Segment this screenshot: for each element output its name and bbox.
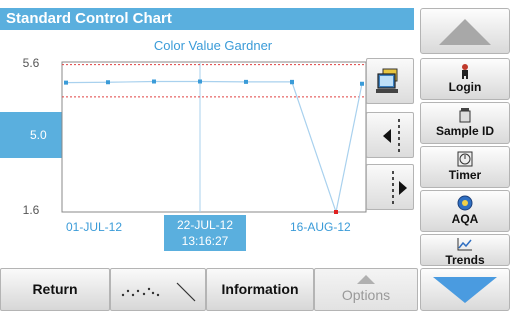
data-point bbox=[290, 80, 294, 85]
timer-icon bbox=[457, 151, 473, 167]
plot-frame bbox=[61, 61, 367, 213]
scroll-left-button[interactable] bbox=[366, 112, 414, 158]
sample-id-label: Sample ID bbox=[435, 124, 495, 138]
sample-id-button[interactable]: Sample ID bbox=[420, 102, 510, 144]
aqa-label: AQA bbox=[451, 212, 479, 226]
information-button[interactable]: Information bbox=[206, 268, 314, 311]
person-icon bbox=[462, 64, 468, 79]
aqa-icon bbox=[457, 195, 473, 211]
arrow-left-icon bbox=[383, 119, 400, 153]
data-view-button[interactable] bbox=[366, 58, 414, 104]
scroll-right-button[interactable] bbox=[366, 164, 414, 210]
scroll-down-button[interactable] bbox=[420, 268, 510, 311]
x-tick-label: 16-AUG-12 bbox=[290, 220, 351, 234]
sample-bottle-icon bbox=[459, 108, 471, 123]
x-cursor-label: 22-JUL-12 13:16:27 bbox=[164, 215, 246, 251]
data-point bbox=[244, 79, 248, 84]
triangle-down-icon bbox=[433, 277, 497, 303]
timer-button[interactable]: Timer bbox=[420, 146, 510, 188]
data-point bbox=[64, 80, 68, 85]
data-point bbox=[198, 79, 202, 84]
login-button[interactable]: Login bbox=[420, 58, 510, 100]
timer-label: Timer bbox=[448, 168, 482, 182]
cursor-date: 22-JUL-12 bbox=[176, 218, 234, 232]
login-label: Login bbox=[448, 80, 482, 94]
scroll-up-button[interactable] bbox=[420, 8, 510, 54]
points-line-icon bbox=[121, 282, 196, 302]
return-button[interactable]: Return bbox=[0, 268, 110, 311]
trend-chart-icon bbox=[457, 238, 472, 251]
chart-style-toggle-button[interactable] bbox=[110, 268, 206, 311]
trends-button[interactable]: Trends bbox=[420, 234, 510, 267]
triangle-up-icon bbox=[439, 19, 491, 45]
options-label: Options bbox=[341, 287, 391, 303]
cursor-time: 13:16:27 bbox=[181, 234, 229, 248]
aqa-button[interactable]: AQA bbox=[420, 190, 510, 232]
trends-label: Trends bbox=[445, 253, 485, 267]
arrow-right-icon bbox=[392, 171, 407, 205]
outlier-point bbox=[334, 210, 338, 214]
monitor-icon bbox=[376, 68, 398, 93]
triangle-up-small-icon bbox=[357, 275, 375, 284]
options-button[interactable]: Options bbox=[314, 268, 418, 311]
x-tick-label: 01-JUL-12 bbox=[66, 220, 123, 234]
data-point bbox=[360, 81, 364, 86]
data-point bbox=[106, 80, 110, 85]
data-point bbox=[152, 79, 156, 84]
